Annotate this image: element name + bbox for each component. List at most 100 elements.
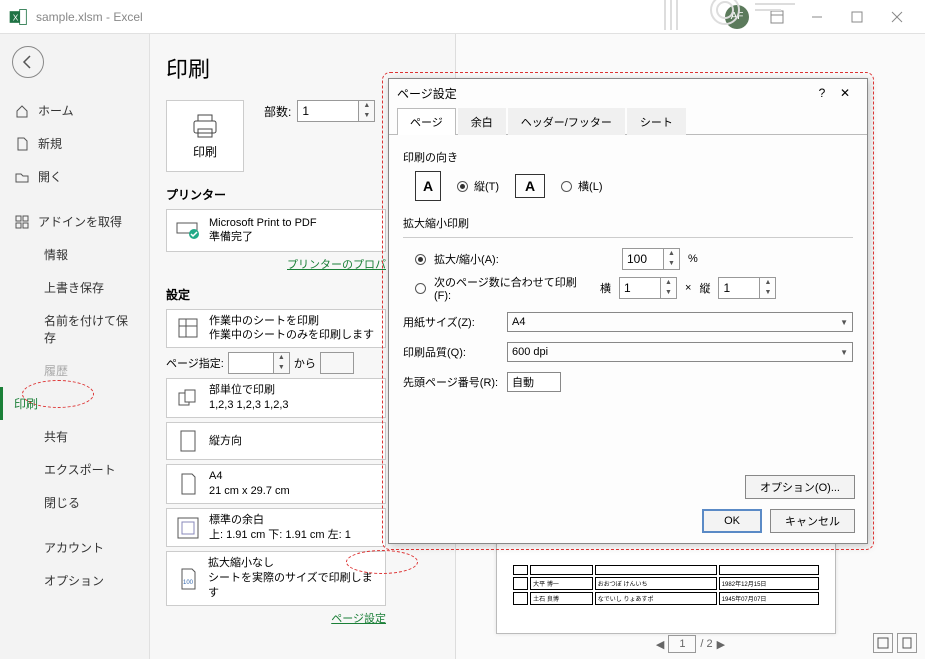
sidebar-item-account[interactable]: アカウント [0, 531, 149, 564]
sidebar-label: 名前を付けて保存 [44, 312, 135, 346]
orientation-landscape-radio[interactable]: 横(L) [561, 178, 602, 194]
fit-wide-spinner[interactable]: ▲▼ [619, 277, 677, 299]
addin-icon [14, 214, 30, 230]
copies-input[interactable] [298, 101, 358, 121]
scale-input[interactable] [623, 249, 663, 269]
chevron-down-icon: ▼ [840, 318, 848, 327]
setting-collate[interactable]: 部単位で印刷1,2,3 1,2,3 1,2,3 [166, 378, 386, 418]
page-from-spinner[interactable]: ▲▼ [228, 352, 290, 374]
sidebar-item-share[interactable]: 共有 [0, 420, 149, 453]
tab-page[interactable]: ページ [397, 108, 456, 135]
fit-to-radio[interactable]: 次のページ数に合わせて印刷(F): 横 ▲▼ × 縦 ▲▼ [415, 274, 853, 302]
sidebar-item-options[interactable]: オプション [0, 564, 149, 597]
setting-margins[interactable]: 標準の余白上: 1.91 cm 下: 1.91 cm 左: 1 [166, 508, 386, 548]
fit-w-input[interactable] [620, 278, 660, 298]
page-icon [175, 471, 201, 497]
home-icon [14, 103, 30, 119]
svg-text:100: 100 [182, 580, 193, 586]
setting-print-what[interactable]: 作業中のシートを印刷作業中のシートのみを印刷します [166, 309, 386, 349]
sidebar-label: オプション [44, 572, 104, 589]
preview-table: 大平 博一おおつぼ けんいち1982年12月15日 土石 良博なでいし りょあす… [511, 563, 821, 607]
setting-title: 作業中のシートを印刷 [209, 314, 374, 329]
sidebar-label: 共有 [44, 428, 68, 445]
dialog-close-icon[interactable]: ✕ [831, 86, 859, 100]
landscape-preview-icon: A [515, 174, 545, 198]
zoom-to-page-icon[interactable] [897, 633, 917, 653]
maximize-icon[interactable] [837, 3, 877, 31]
sidebar-item-saveas[interactable]: 名前を付けて保存 [0, 304, 149, 354]
margins-icon [175, 515, 201, 541]
page-setup-link[interactable]: ページ設定 [166, 610, 386, 626]
copies-spinner[interactable]: ▲▼ [297, 100, 375, 122]
pager-prev-icon[interactable]: ◀ [656, 638, 664, 651]
sidebar-item-print[interactable]: 印刷 [0, 387, 149, 420]
sidebar-item-save[interactable]: 上書き保存 [0, 271, 149, 304]
page-to-input[interactable] [320, 352, 354, 374]
print-quality-combo[interactable]: 600 dpi▼ [507, 342, 853, 362]
sidebar-item-addin[interactable]: アドインを取得 [0, 205, 149, 238]
sidebar-label: アカウント [44, 539, 104, 556]
radio-label: 拡大/縮小(A): [434, 251, 614, 267]
tab-sheet[interactable]: シート [627, 108, 686, 135]
sidebar-label: 印刷 [14, 395, 38, 412]
sidebar-item-close[interactable]: 閉じる [0, 486, 149, 519]
fit-h-input[interactable] [719, 278, 759, 298]
print-button[interactable]: 印刷 [166, 100, 244, 172]
page-from-input[interactable] [229, 353, 273, 373]
setting-orientation[interactable]: 縦方向 [166, 422, 386, 460]
sidebar-item-export[interactable]: エクスポート [0, 453, 149, 486]
pager-current[interactable]: 1 [668, 635, 696, 653]
sidebar-item-new[interactable]: 新規 [0, 127, 149, 160]
setting-paper[interactable]: A421 cm x 29.7 cm [166, 464, 386, 504]
printer-properties-link[interactable]: プリンターのプロパ [166, 256, 386, 272]
print-quality-label: 印刷品質(Q): [403, 344, 499, 360]
close-icon[interactable] [877, 3, 917, 31]
chevron-down-icon: ▼ [840, 348, 848, 357]
sidebar-item-home[interactable]: ホーム [0, 94, 149, 127]
fit-tall-spinner[interactable]: ▲▼ [718, 277, 776, 299]
orientation-portrait-radio[interactable]: 縦(T) [457, 178, 499, 194]
setting-sub: 上: 1.91 cm 下: 1.91 cm 左: 1 [209, 528, 351, 543]
scaling-icon: 100 [175, 566, 200, 592]
paper-size-combo[interactable]: A4▼ [507, 312, 853, 332]
dialog-help-icon[interactable]: ? [813, 86, 831, 100]
sidebar-label: エクスポート [44, 461, 116, 478]
sidebar-label: 上書き保存 [44, 279, 104, 296]
tab-headerfooter[interactable]: ヘッダー/フッター [508, 108, 625, 135]
sidebar-label: ホーム [38, 102, 74, 119]
show-margins-icon[interactable] [873, 633, 893, 653]
portrait-preview-icon: A [415, 171, 441, 201]
sidebar-item-open[interactable]: 開く [0, 160, 149, 193]
page-setup-dialog: ページ設定 ? ✕ ページ 余白 ヘッダー/フッター シート 印刷の向き A 縦… [388, 78, 868, 544]
preview-pager: ◀ 1 / 2 ▶ [456, 635, 925, 653]
setting-title: A4 [209, 469, 290, 484]
setting-scaling[interactable]: 100 拡大縮小なしシートを実際のサイズで印刷します [166, 551, 386, 606]
sidebar-label: 履歴 [44, 362, 68, 379]
sidebar-item-info[interactable]: 情報 [0, 238, 149, 271]
tab-margin[interactable]: 余白 [458, 108, 506, 135]
cancel-button[interactable]: キャンセル [770, 509, 855, 533]
paper-size-label: 用紙サイズ(Z): [403, 314, 499, 330]
printer-selector[interactable]: Microsoft Print to PDF準備完了 [166, 209, 386, 252]
print-button-label: 印刷 [193, 143, 217, 160]
scaling-group-label: 拡大縮小印刷 [403, 215, 853, 231]
copies-label: 部数: [264, 103, 291, 120]
spin-up-icon[interactable]: ▲ [359, 101, 374, 111]
pager-next-icon[interactable]: ▶ [717, 638, 725, 651]
options-button[interactable]: オプション(O)... [745, 475, 855, 499]
ok-button[interactable]: OK [702, 509, 762, 533]
radio-icon [415, 283, 426, 294]
window-title: sample.xlsm - Excel [36, 10, 143, 24]
adjust-to-radio[interactable]: 拡大/縮小(A): ▲▼ % [415, 248, 853, 270]
scale-percent-spinner[interactable]: ▲▼ [622, 248, 680, 270]
pages-label: ページ指定: [166, 355, 224, 371]
spin-down-icon[interactable]: ▼ [359, 111, 374, 121]
radio-icon [415, 254, 426, 265]
sidebar-item-history: 履歴 [0, 354, 149, 387]
fit-x-label: × [685, 282, 691, 294]
back-button[interactable] [12, 46, 44, 78]
first-page-input[interactable] [507, 372, 561, 392]
setting-sub: 1,2,3 1,2,3 1,2,3 [209, 398, 289, 413]
sidebar-label: 開く [38, 168, 62, 185]
excel-logo-icon: X [8, 7, 28, 27]
